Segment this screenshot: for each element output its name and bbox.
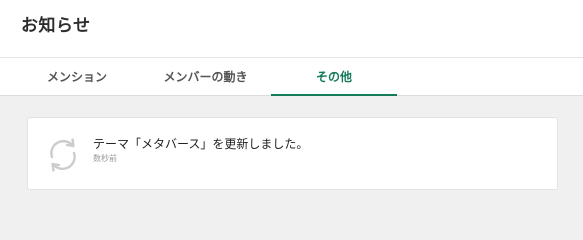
page-title: お知らせ — [21, 16, 91, 36]
tab-bar: メンション メンバーの動き その他 — [0, 58, 583, 96]
notification-time: 数秒前 — [93, 154, 117, 163]
notification-item[interactable]: テーマ「メタバース」を更新しました。 数秒前 — [27, 117, 558, 190]
notification-message: テーマ「メタバース」を更新しました。 — [93, 137, 309, 151]
tab-other[interactable]: その他 — [271, 58, 397, 96]
header: お知らせ — [0, 0, 583, 58]
tab-member-activity[interactable]: メンバーの動き — [140, 58, 271, 95]
tab-mentions[interactable]: メンション — [14, 58, 140, 95]
refresh-icon — [43, 135, 83, 175]
